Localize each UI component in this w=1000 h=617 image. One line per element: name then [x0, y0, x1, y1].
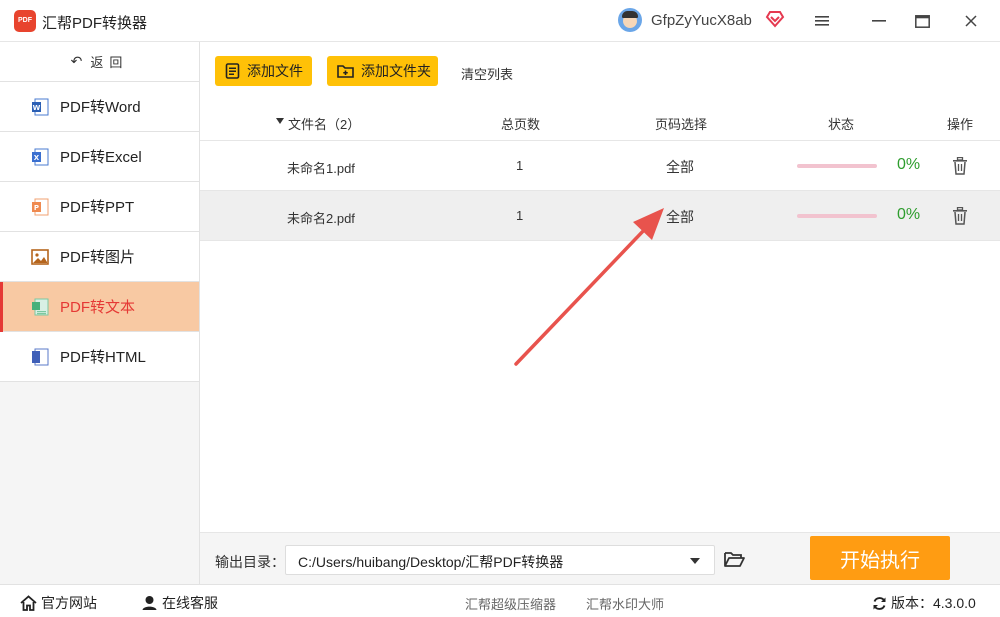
online-support-link[interactable]: 在线客服: [141, 593, 218, 613]
ppt-doc-icon: P: [32, 198, 49, 215]
refresh-icon: [873, 596, 886, 610]
delete-trash-icon[interactable]: [952, 207, 968, 225]
header-page-select: 页码选择: [655, 117, 708, 132]
back-label: 返回: [90, 55, 129, 70]
delete-trash-icon[interactable]: [952, 157, 968, 175]
sidebar-item-pdf-to-image[interactable]: PDF转图片: [0, 232, 199, 282]
output-path-select[interactable]: C:/Users/huibang/Desktop/汇帮PDF转换器: [285, 545, 715, 575]
row-filename: 未命名2.pdf: [287, 211, 355, 226]
add-folder-button[interactable]: 添加文件夹: [327, 56, 438, 86]
table-row[interactable]: 未命名2.pdf 1 全部 0%: [200, 191, 1000, 241]
back-button[interactable]: ↶ 返回: [0, 42, 199, 82]
output-bar: 输出目录： C:/Users/huibang/Desktop/汇帮PDF转换器 …: [200, 532, 1000, 584]
clear-list-button[interactable]: 清空列表: [461, 64, 513, 83]
table-row[interactable]: 未命名1.pdf 1 全部 0%: [200, 141, 1000, 191]
sidebar-item-label: PDF转文本: [60, 299, 136, 316]
toolbar: 添加文件 添加文件夹 清空列表: [200, 42, 1000, 102]
word-doc-icon: W: [32, 98, 49, 115]
version-label: 版本：4.3.0.0: [891, 595, 976, 611]
sidebar-item-label: PDF转HTML: [60, 349, 146, 366]
sidebar-item-label: PDF转Word: [60, 99, 141, 116]
header-filename[interactable]: 文件名（2）: [288, 114, 360, 133]
start-button[interactable]: 开始执行: [810, 536, 950, 580]
compressor-link[interactable]: 汇帮超级压缩器: [465, 594, 556, 613]
header-action: 操作: [947, 117, 974, 132]
progress-bar: [797, 214, 877, 218]
header-total-pages: 总页数: [501, 117, 541, 132]
sidebar-item-pdf-to-html[interactable]: PDF转HTML: [0, 332, 199, 382]
footer: 官方网站 在线客服 汇帮超级压缩器 汇帮水印大师 版本：4.3.0.0: [0, 584, 1000, 617]
back-arrow-icon: ↶: [70, 53, 83, 69]
minimize-icon[interactable]: [866, 8, 892, 34]
add-folder-icon: [337, 65, 354, 78]
image-icon: [31, 248, 49, 265]
file-table: 文件名（2） 总页数 页码选择 状态 操作 未命名1.pdf 1 全部 0% 未…: [200, 102, 1000, 241]
user-avatar[interactable]: [618, 8, 642, 32]
row-pages: 1: [516, 158, 524, 173]
add-file-label: 添加文件: [247, 63, 303, 79]
title-bar: PDF 汇帮PDF转换器 GfpZyYucX8ab: [0, 0, 1000, 42]
html-doc-icon: [32, 348, 49, 365]
svg-text:X: X: [34, 154, 40, 162]
add-folder-label: 添加文件夹: [361, 63, 431, 79]
row-filename: 未命名1.pdf: [287, 161, 355, 176]
sidebar-item-label: PDF转图片: [60, 249, 136, 266]
watermark-link[interactable]: 汇帮水印大师: [586, 594, 664, 613]
sidebar-item-label: PDF转Excel: [60, 149, 142, 166]
progress-percent: 0%: [897, 206, 921, 223]
add-file-icon: [225, 63, 240, 79]
username[interactable]: GfpZyYucX8ab: [651, 12, 752, 29]
chevron-down-icon: [690, 558, 700, 564]
progress-percent: 0%: [897, 156, 921, 173]
output-dir-label: 输出目录：: [215, 554, 285, 570]
open-folder-icon[interactable]: [723, 549, 745, 569]
sort-down-icon[interactable]: [276, 118, 284, 124]
page-select-dropdown[interactable]: 全部: [666, 157, 694, 177]
svg-text:P: P: [34, 204, 39, 212]
support-label: 在线客服: [162, 595, 218, 611]
add-file-button[interactable]: 添加文件: [215, 56, 312, 86]
text-doc-icon: [32, 298, 49, 315]
sidebar-item-pdf-to-excel[interactable]: X PDF转Excel: [0, 132, 199, 182]
progress-bar: [797, 164, 877, 168]
website-label: 官方网站: [41, 595, 97, 611]
header-status: 状态: [828, 117, 855, 132]
sidebar-item-pdf-to-text[interactable]: PDF转文本: [0, 282, 199, 332]
sidebar: ↶ 返回 W PDF转Word X PDF转Excel P PDF转PPT PD…: [0, 42, 200, 584]
table-header: 文件名（2） 总页数 页码选择 状态 操作: [200, 102, 1000, 141]
version-info[interactable]: 版本：4.3.0.0: [872, 593, 976, 613]
sidebar-item-label: PDF转PPT: [60, 199, 135, 216]
sidebar-item-pdf-to-word[interactable]: W PDF转Word: [0, 82, 199, 132]
svg-text:W: W: [33, 104, 41, 112]
app-title: 汇帮PDF转换器: [42, 15, 148, 32]
customer-service-icon: [142, 596, 157, 610]
excel-doc-icon: X: [32, 148, 49, 165]
vip-diamond-icon[interactable]: [765, 9, 785, 29]
close-icon[interactable]: [958, 8, 984, 34]
output-path-value: C:/Users/huibang/Desktop/汇帮PDF转换器: [298, 554, 564, 570]
page-select-dropdown[interactable]: 全部: [666, 207, 694, 227]
home-icon: [20, 595, 37, 611]
maximize-icon[interactable]: [909, 8, 935, 34]
sidebar-item-pdf-to-ppt[interactable]: P PDF转PPT: [0, 182, 199, 232]
official-website-link[interactable]: 官方网站: [20, 593, 97, 613]
row-pages: 1: [516, 208, 524, 223]
menu-icon[interactable]: [809, 8, 835, 34]
app-logo: PDF: [14, 10, 36, 32]
